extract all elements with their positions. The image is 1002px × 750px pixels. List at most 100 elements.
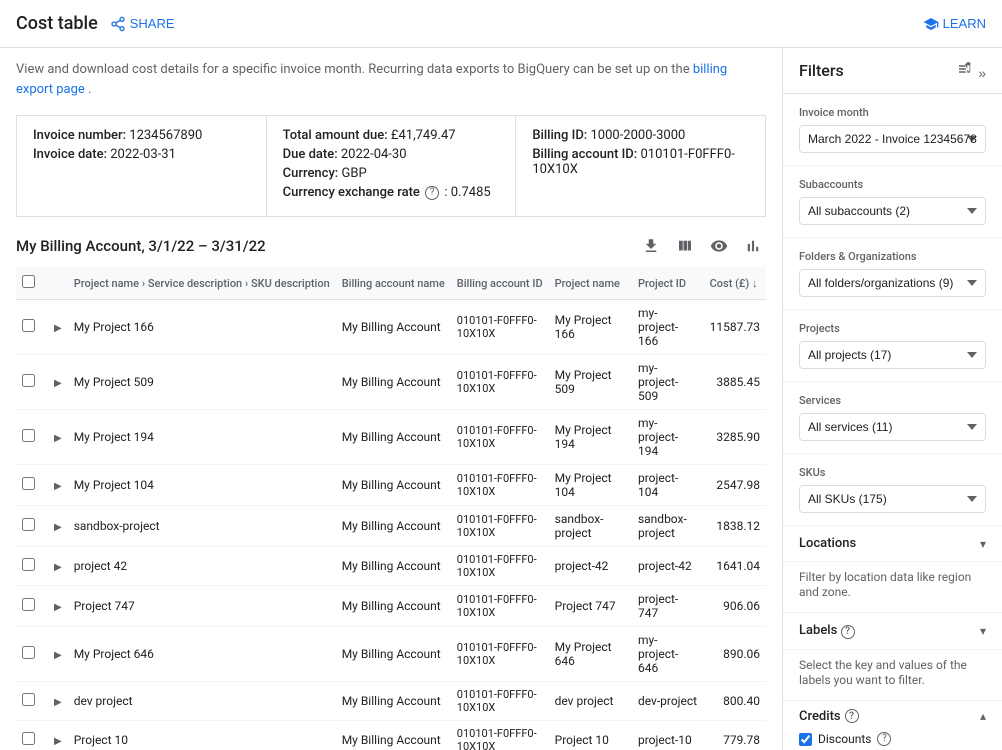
header-cost-col[interactable]: Cost (£) ↓	[704, 267, 766, 300]
chart-button[interactable]	[740, 233, 766, 259]
row-checkbox-4[interactable]	[22, 518, 35, 531]
subaccounts-label: Subaccounts	[799, 178, 986, 191]
table-row: ▶ Project 747 My Billing Account 010101-…	[16, 586, 766, 627]
learn-button[interactable]: LEARN	[923, 16, 986, 32]
skus-label: SKUs	[799, 466, 986, 479]
columns-icon	[676, 237, 694, 255]
invoice-number-value: 1234567890	[129, 128, 202, 143]
row-expand-button-4[interactable]: ▶	[54, 522, 62, 533]
projects-select[interactable]: All projects (17)	[799, 341, 986, 369]
app-header: Cost table SHARE LEARN	[0, 0, 1002, 48]
page-title: Cost table	[16, 13, 98, 34]
row-billing-id: 010101-F0FFF0-10X10X	[451, 465, 549, 506]
billing-account-id-label: Billing account ID:	[532, 147, 637, 162]
row-checkbox-cell	[16, 410, 48, 465]
projects-label: Projects	[799, 322, 986, 335]
row-expand-button-2[interactable]: ▶	[54, 433, 62, 444]
subaccounts-select[interactable]: All subaccounts (2)	[799, 197, 986, 225]
row-checkbox-8[interactable]	[22, 693, 35, 706]
row-expand-button-7[interactable]: ▶	[54, 650, 62, 661]
filter-folders: Folders & Organizations All folders/orga…	[783, 238, 1002, 310]
row-project-name: My Project 194	[68, 410, 336, 465]
row-project-name-col: Project 10	[549, 721, 632, 750]
row-cost: 2547.98	[704, 465, 766, 506]
description-text2: .	[88, 82, 91, 97]
discounts-help-icon[interactable]: ?	[877, 732, 891, 746]
table-header-row-el: Project name › Service description › SKU…	[16, 267, 766, 300]
row-checkbox-6[interactable]	[22, 598, 35, 611]
description-text1: View and download cost details for a spe…	[16, 62, 693, 77]
row-expand-button-0[interactable]: ▶	[54, 323, 62, 334]
invoice-month-label: Invoice month	[799, 106, 986, 119]
discounts-label: Discounts	[818, 732, 871, 746]
columns-button[interactable]	[672, 233, 698, 259]
row-project-name: dev project	[68, 682, 336, 721]
labels-help-icon[interactable]: ?	[841, 625, 855, 639]
help-icon-exchange[interactable]: ?	[425, 186, 439, 200]
row-expand-cell: ▶	[48, 410, 68, 465]
labels-content: Select the key and values of the labels …	[783, 650, 1002, 701]
row-expand-button-8[interactable]: ▶	[54, 697, 62, 708]
row-checkbox-0[interactable]	[22, 319, 35, 332]
row-expand-button-6[interactable]: ▶	[54, 602, 62, 613]
table-actions	[638, 233, 766, 259]
row-checkbox-5[interactable]	[22, 558, 35, 571]
currency-value: GBP	[341, 166, 366, 181]
filter-subaccounts: Subaccounts All subaccounts (2)	[783, 166, 1002, 238]
row-expand-button-9[interactable]: ▶	[54, 736, 62, 747]
credits-help-icon[interactable]: ?	[845, 709, 859, 723]
filters-header: Filters »	[783, 48, 1002, 94]
row-expand-button-3[interactable]: ▶	[54, 481, 62, 492]
row-project-id: project-747	[632, 586, 704, 627]
row-checkbox-7[interactable]	[22, 646, 35, 659]
row-checkbox-3[interactable]	[22, 477, 35, 490]
services-select[interactable]: All services (11)	[799, 413, 986, 441]
row-cost: 906.06	[704, 586, 766, 627]
collapse-filters-button[interactable]: »	[956, 60, 986, 81]
header-checkbox-col	[16, 267, 48, 300]
invoice-date-value: 2022-03-31	[110, 147, 176, 162]
folders-label: Folders & Organizations	[799, 250, 986, 263]
visibility-button[interactable]	[706, 233, 732, 259]
discounts-item: Discounts ?	[799, 732, 986, 746]
row-checkbox-2[interactable]	[22, 429, 35, 442]
total-amount-row: Total amount due: £41,749.47	[283, 128, 500, 143]
invoice-date-row: Invoice date: 2022-03-31	[33, 147, 250, 162]
row-project-id: dev-project	[632, 682, 704, 721]
row-project-name: Project 10	[68, 721, 336, 750]
row-checkbox-9[interactable]	[22, 732, 35, 745]
row-expand-button-1[interactable]: ▶	[54, 378, 62, 389]
cost-table: Project name › Service description › SKU…	[16, 267, 766, 750]
total-amount-label: Total amount due:	[283, 128, 388, 143]
row-billing-id: 010101-F0FFF0-10X10X	[451, 410, 549, 465]
row-expand-cell: ▶	[48, 506, 68, 547]
table-row: ▶ My Project 104 My Billing Account 0101…	[16, 465, 766, 506]
due-date-label: Due date:	[283, 147, 338, 162]
row-project-name-col: My Project 194	[549, 410, 632, 465]
billing-id-value: 1000-2000-3000	[590, 128, 685, 143]
table-row: ▶ My Project 166 My Billing Account 0101…	[16, 300, 766, 355]
row-expand-button-5[interactable]: ▶	[54, 562, 62, 573]
labels-label: Labels ?	[799, 623, 855, 639]
locations-toggle[interactable]: Locations ▾	[783, 526, 1002, 562]
invoice-date-label: Invoice date:	[33, 147, 107, 162]
row-project-name-col: My Project 104	[549, 465, 632, 506]
discounts-checkbox[interactable]	[799, 733, 812, 746]
collapse-icon	[956, 60, 974, 78]
skus-select[interactable]: All SKUs (175)	[799, 485, 986, 513]
filter-skus: SKUs All SKUs (175)	[783, 454, 1002, 526]
locations-label: Locations	[799, 536, 856, 551]
exchange-rate-label: Currency exchange rate	[283, 185, 420, 200]
select-all-checkbox[interactable]	[22, 275, 35, 288]
row-project-id: my-project-646	[632, 627, 704, 682]
header-billing-account-col: Billing account name	[336, 267, 451, 300]
invoice-month-select[interactable]: March 2022 - Invoice 1234567890	[799, 125, 986, 153]
row-billing-id: 010101-F0FFF0-10X10X	[451, 586, 549, 627]
row-project-name: My Project 104	[68, 465, 336, 506]
row-checkbox-1[interactable]	[22, 374, 35, 387]
labels-toggle[interactable]: Labels ? ▾	[783, 613, 1002, 650]
row-cost: 3885.45	[704, 355, 766, 410]
folders-select[interactable]: All folders/organizations (9)	[799, 269, 986, 297]
download-button[interactable]	[638, 233, 664, 259]
share-button[interactable]: SHARE	[110, 16, 175, 32]
